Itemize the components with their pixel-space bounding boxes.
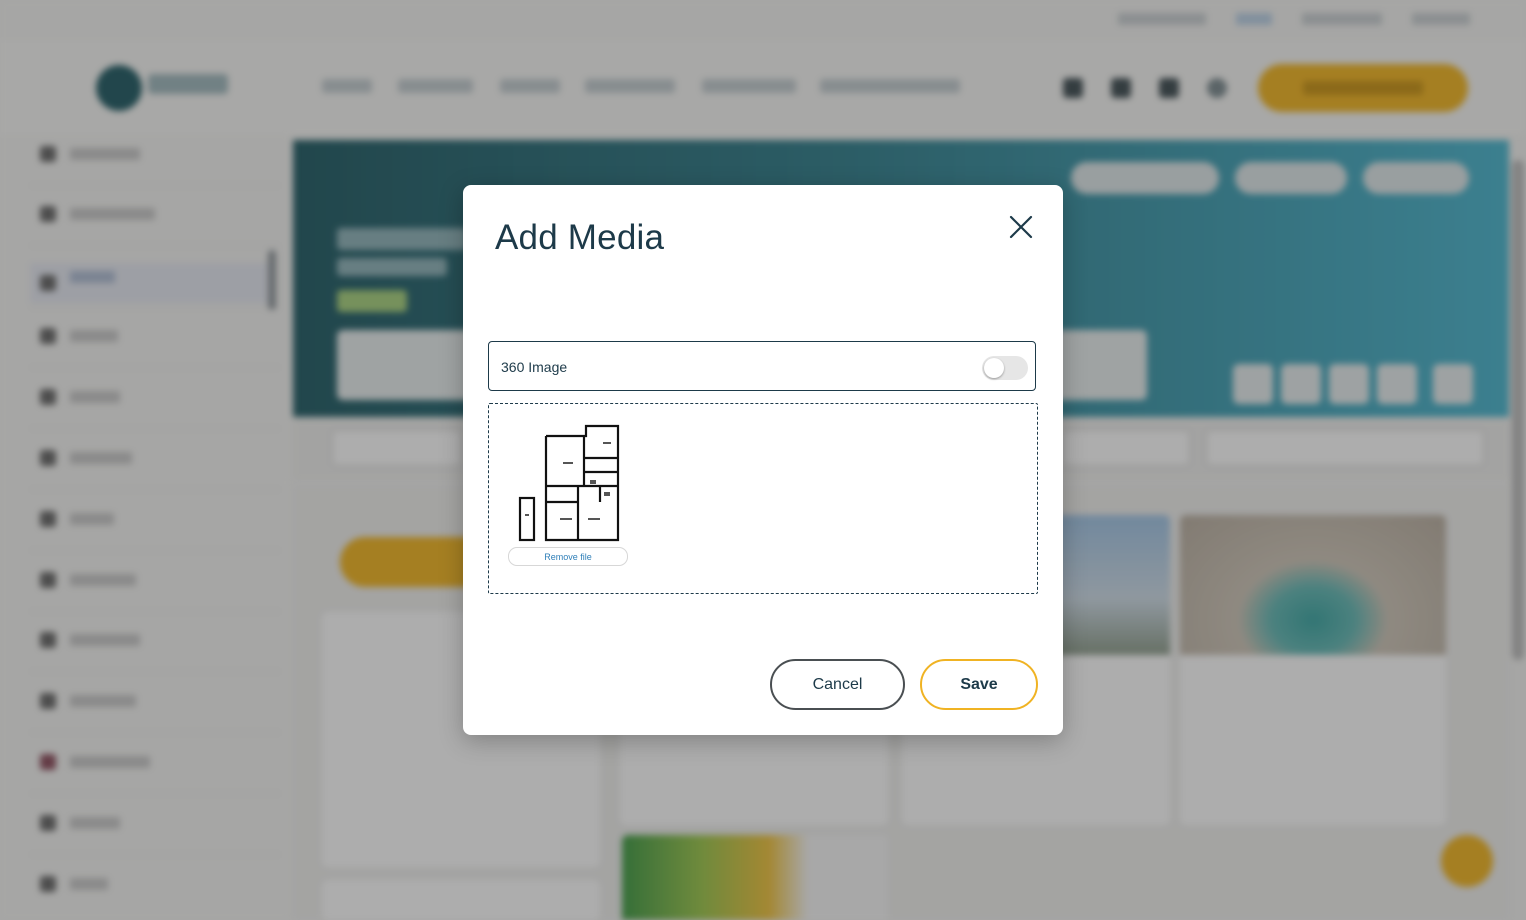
save-button[interactable]: Save <box>920 659 1038 710</box>
floorplan-thumbnail <box>508 422 628 547</box>
uploaded-file-preview <box>508 422 628 567</box>
close-button[interactable] <box>1006 212 1036 242</box>
360-image-label: 360 Image <box>501 359 568 375</box>
close-icon <box>1009 215 1033 239</box>
cancel-button[interactable]: Cancel <box>770 659 905 710</box>
add-media-dialog: Add Media 360 Image Remove file Cancel S… <box>463 185 1063 735</box>
toggle-knob <box>984 358 1004 378</box>
dialog-title: Add Media <box>495 218 665 257</box>
remove-file-button[interactable]: Remove file <box>508 547 628 566</box>
360-image-toggle[interactable] <box>982 356 1028 380</box>
360-image-toggle-row: 360 Image <box>488 341 1036 391</box>
file-dropzone[interactable]: Remove file <box>488 403 1038 594</box>
